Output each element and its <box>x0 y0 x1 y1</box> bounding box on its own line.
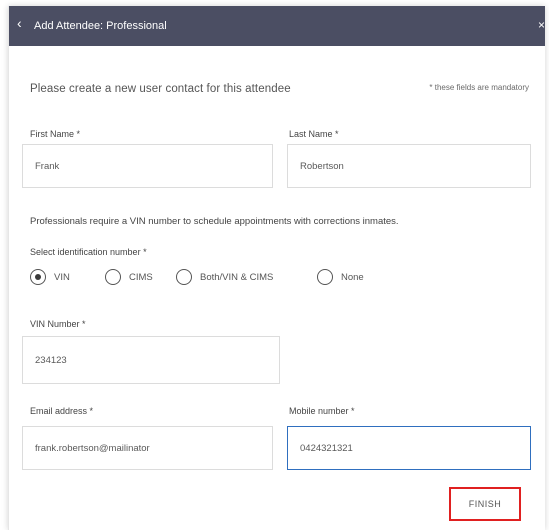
add-attendee-modal: ‹ Add Attendee: Professional × Please cr… <box>8 6 545 530</box>
vin-number-label: VIN Number * <box>30 319 86 329</box>
last-name-label: Last Name * <box>289 129 339 139</box>
modal-title: Add Attendee: Professional <box>34 20 167 32</box>
first-name-label: First Name * <box>30 129 81 139</box>
vin-number-field[interactable] <box>22 336 280 384</box>
radio-both-label: Both/VIN & CIMS <box>200 272 274 283</box>
email-field[interactable] <box>22 426 273 470</box>
close-icon[interactable]: × <box>538 18 545 32</box>
mobile-label: Mobile number * <box>289 406 355 416</box>
modal-header: ‹ Add Attendee: Professional × <box>9 6 545 46</box>
first-name-field[interactable] <box>22 144 273 188</box>
vin-requirement-text: Professionals require a VIN number to sc… <box>30 216 399 227</box>
radio-circle-icon <box>105 269 121 285</box>
email-label: Email address * <box>30 406 94 416</box>
radio-vin-label: VIN <box>54 272 70 283</box>
radio-circle-icon <box>317 269 333 285</box>
mandatory-note: * these fields are mandatory <box>429 83 529 92</box>
radio-circle-icon <box>176 269 192 285</box>
last-name-field[interactable] <box>287 144 531 188</box>
radio-selected-dot-icon <box>35 274 41 280</box>
identification-label: Select identification number * <box>30 247 147 257</box>
radio-cims-label: CIMS <box>129 272 153 283</box>
radio-circle-icon <box>30 269 46 285</box>
mobile-field[interactable] <box>287 426 531 470</box>
radio-none-label: None <box>341 272 364 283</box>
intro-text: Please create a new user contact for thi… <box>30 83 291 95</box>
finish-button[interactable]: FINISH <box>449 487 521 521</box>
chevron-left-icon[interactable]: ‹ <box>17 16 22 30</box>
